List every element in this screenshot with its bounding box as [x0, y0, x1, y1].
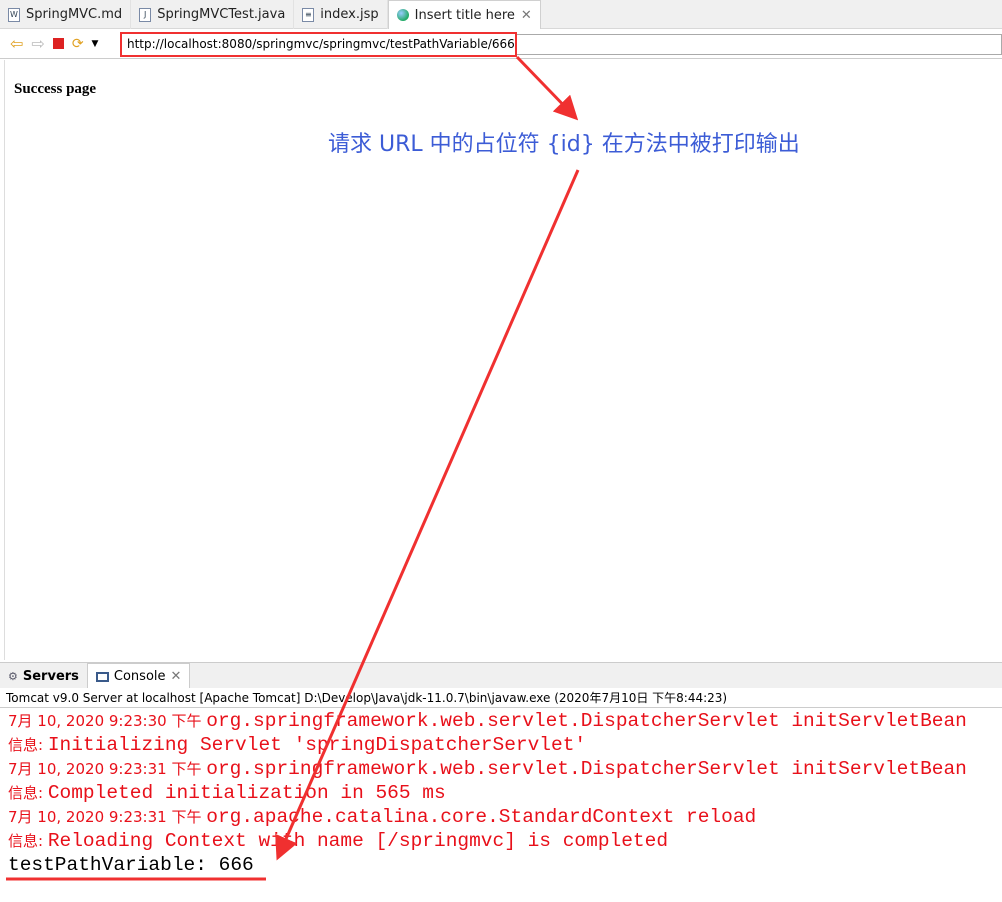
log-line: 7月 10, 2020 9:23:31 下午 org.springframewo… — [8, 758, 967, 780]
tab-console[interactable]: Console ✕ — [86, 663, 191, 689]
stop-icon[interactable] — [52, 38, 64, 49]
url-input[interactable]: http://localhost:8080/springmvc/springmv… — [120, 32, 517, 57]
log-line: 信息: Completed initialization in 565 ms — [8, 782, 446, 804]
url-input-rest[interactable] — [517, 34, 1002, 55]
view-tabs: ⚙ Servers Console ✕ — [0, 662, 1002, 689]
servers-icon: ⚙ — [8, 669, 18, 683]
editor-tabs: W SpringMVC.md J SpringMVCTest.java ≡ index… — [0, 0, 1002, 29]
annotation-text: 请求 URL 中的占位符 {id} 在方法中被打印输出 — [328, 132, 800, 157]
word-doc-icon: W — [8, 7, 20, 22]
output-line: testPathVariable: 666 — [8, 854, 254, 876]
tab-servers[interactable]: ⚙ Servers — [0, 663, 87, 689]
log-line: 7月 10, 2020 9:23:30 下午 org.springframewo… — [8, 710, 967, 732]
tab-springmvctest-java[interactable]: J SpringMVCTest.java — [131, 0, 295, 29]
tab-springmvc-md[interactable]: W SpringMVC.md — [0, 0, 132, 29]
console-icon — [95, 671, 109, 682]
refresh-icon[interactable]: ⟳ — [72, 36, 84, 52]
back-icon[interactable]: ⇦ — [10, 34, 23, 53]
globe-icon — [396, 9, 409, 21]
log-line: 信息: Initializing Servlet 'springDispatch… — [8, 734, 587, 756]
jsp-file-icon: ≡ — [302, 7, 315, 22]
chevron-down-icon[interactable]: ▼ — [92, 39, 99, 49]
tab-index-jsp[interactable]: ≡ index.jsp — [294, 0, 388, 29]
close-icon[interactable]: ✕ — [171, 669, 182, 684]
console-output: 7月 10, 2020 9:23:30 下午 org.springframewo… — [8, 709, 967, 877]
close-icon[interactable]: ✕ — [521, 8, 532, 23]
java-file-icon: J — [139, 7, 152, 22]
log-line: 7月 10, 2020 9:23:31 下午 org.apache.catali… — [8, 806, 757, 828]
forward-icon[interactable]: ⇨ — [31, 34, 44, 53]
page-text: Success page — [14, 81, 97, 97]
console-header: Tomcat v9.0 Server at localhost [Apache … — [0, 688, 1002, 708]
log-line: 信息: Reloading Context with name [/spring… — [8, 830, 669, 852]
tab-insert-title-here[interactable]: Insert title here ✕ — [387, 0, 541, 29]
